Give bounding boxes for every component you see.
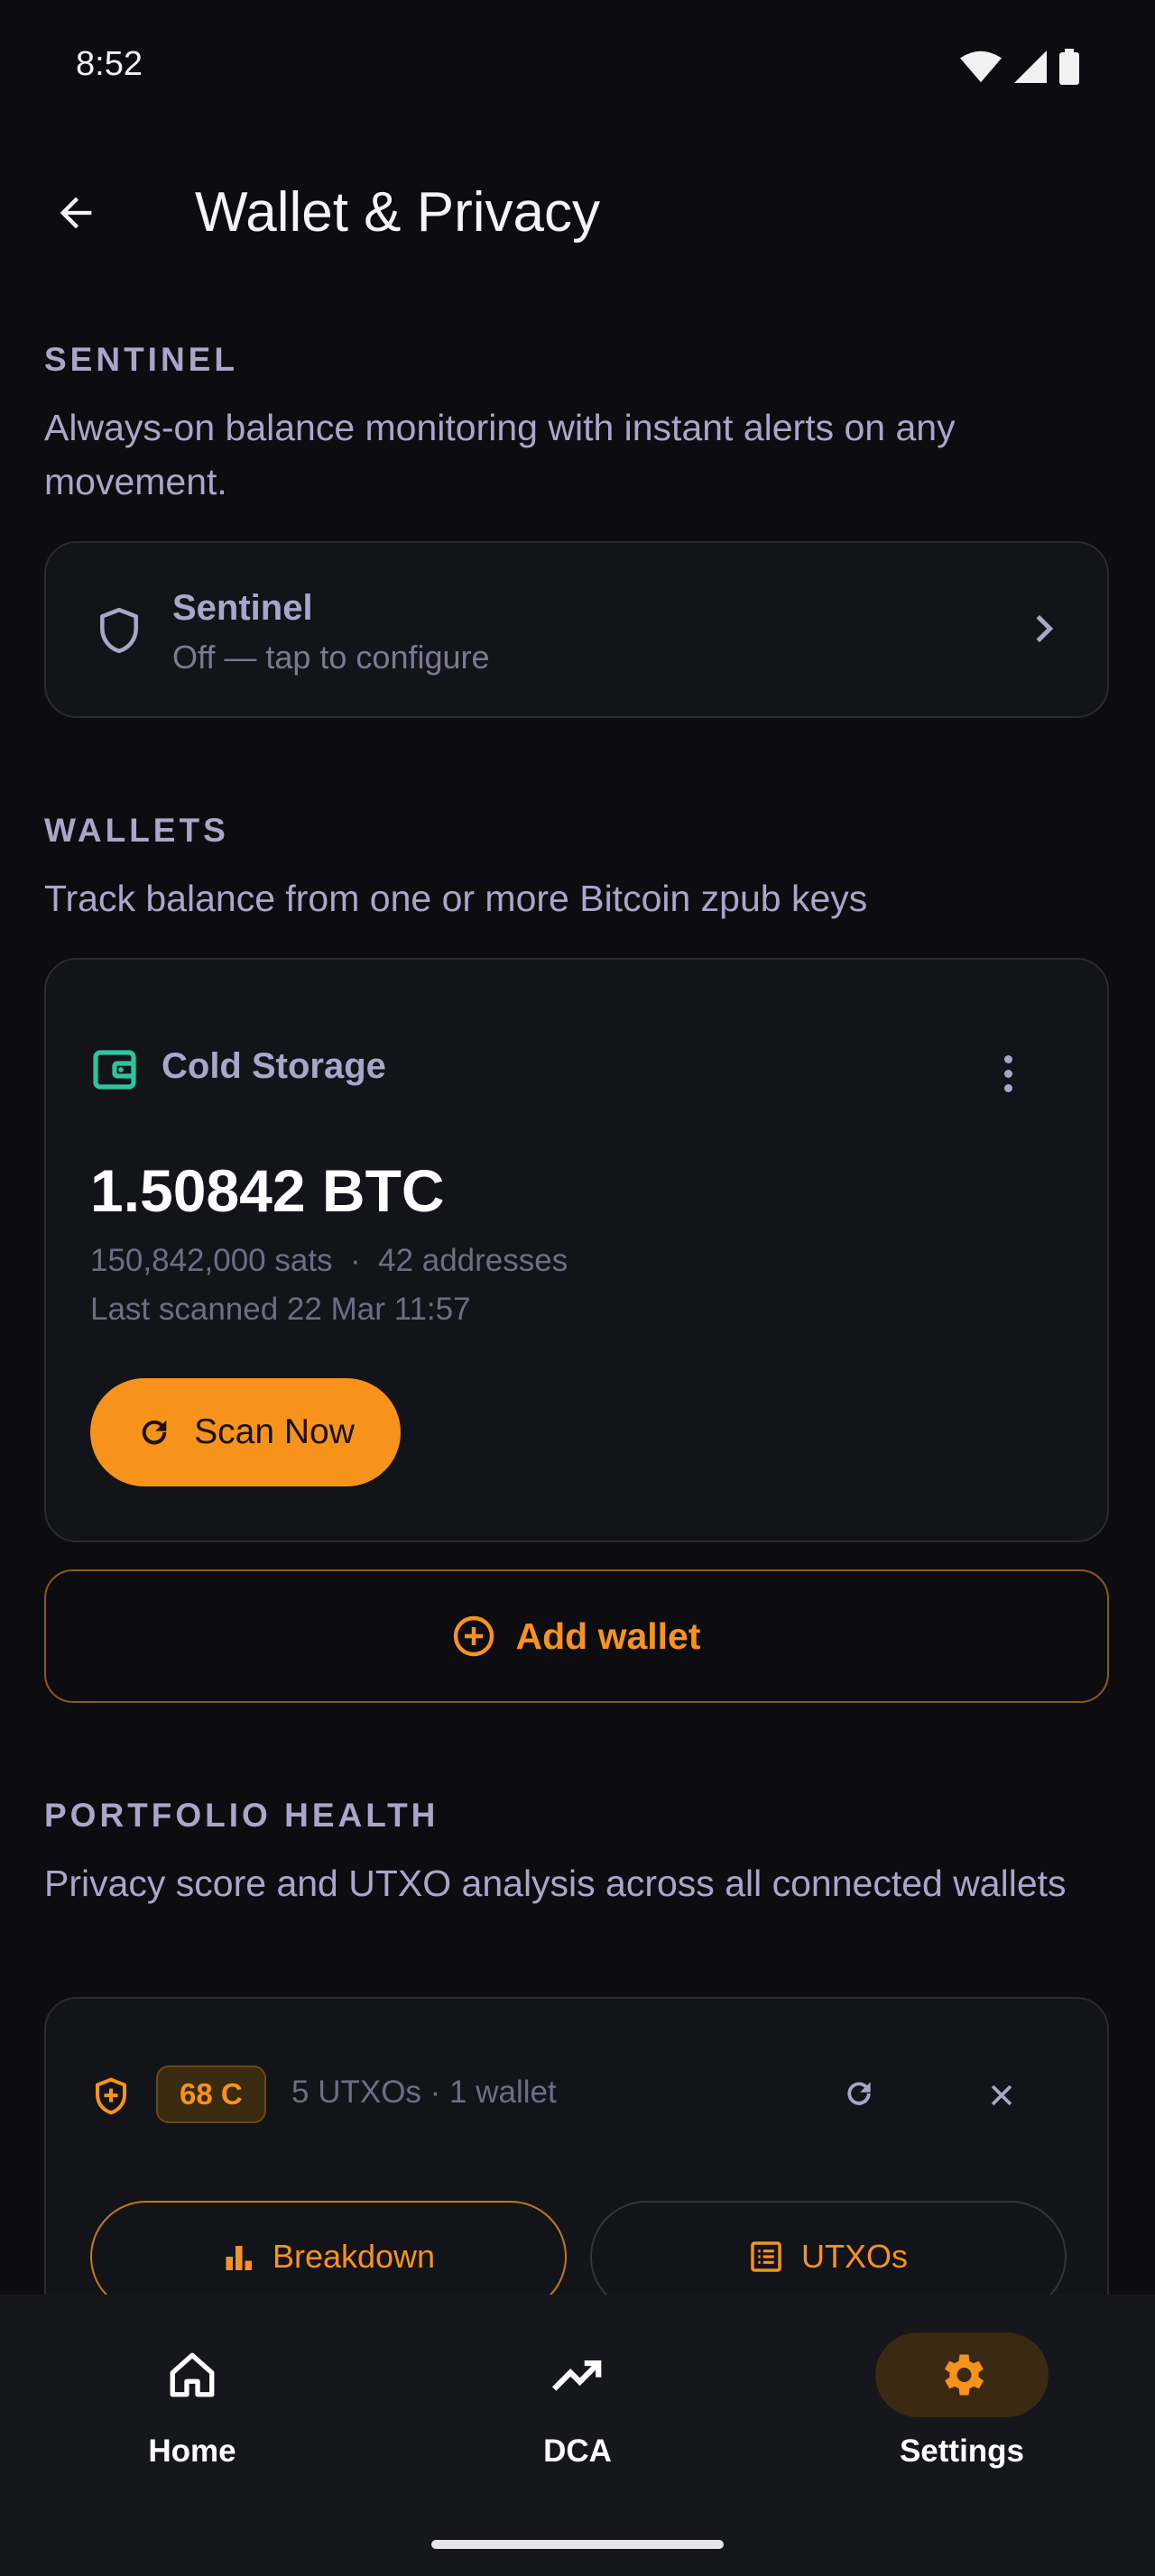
bottom-navigation: Home DCA Settings — [0, 2295, 1155, 2576]
sentinel-section-description: Always-on balance monitoring with instan… — [44, 407, 956, 502]
gear-icon — [945, 2354, 984, 2396]
shield-icon — [100, 607, 138, 654]
wallet-name: Cold Storage — [162, 1046, 386, 1086]
refresh-icon — [142, 1420, 167, 1445]
nav-settings[interactable]: Settings — [770, 2295, 1154, 2511]
wallets-section-label: WALLETS — [44, 812, 229, 849]
wallet-icon — [93, 1050, 136, 1090]
wallets-section-description: Track balance from one or more Bitcoin z… — [44, 878, 868, 919]
back-button[interactable] — [43, 180, 108, 245]
add-circle-icon — [454, 1615, 494, 1657]
wifi-icon — [960, 51, 1002, 83]
battery-icon — [1059, 49, 1079, 85]
sentinel-title: Sentinel — [172, 588, 313, 628]
wallet-balance: 1.50842 BTC — [90, 1157, 445, 1224]
cellular-signal-icon — [1014, 51, 1047, 83]
scan-now-button[interactable]: Scan Now — [90, 1378, 401, 1486]
privacy-grade-badge: 68 C — [156, 2065, 266, 2123]
scan-now-label: Scan Now — [194, 1412, 355, 1451]
shield-plus-icon — [96, 2077, 126, 2115]
nav-home-label: Home — [148, 2433, 236, 2469]
trending-up-icon — [551, 2360, 602, 2391]
list-icon — [751, 2241, 781, 2272]
page-title: Wallet & Privacy — [195, 181, 601, 244]
bar-chart-icon — [226, 2246, 252, 2270]
nav-home[interactable]: Home — [0, 2295, 384, 2511]
add-wallet-button[interactable]: Add wallet — [44, 1569, 1109, 1703]
wallet-meta: 150,842,000 sats · 42 addresses — [90, 1243, 568, 1278]
health-section-label: PORTFOLIO HEALTH — [44, 1797, 439, 1834]
breakdown-label: Breakdown — [272, 2238, 436, 2275]
home-icon — [170, 2352, 215, 2397]
wallet-card: Cold Storage 1.50842 BTC 150,842,000 sat… — [44, 958, 1109, 1542]
chevron-right-icon — [1036, 614, 1054, 643]
add-wallet-label: Add wallet — [515, 1615, 701, 1657]
close-icon[interactable] — [986, 2080, 1017, 2111]
wallet-last-scanned: Last scanned 22 Mar 11:57 — [90, 1292, 471, 1327]
status-icons — [960, 49, 1079, 85]
health-section-description: Privacy score and UTXO analysis across a… — [44, 1863, 1067, 1904]
health-summary: 5 UTXOs · 1 wallet — [291, 2075, 557, 2110]
utxos-label: UTXOs — [800, 2238, 908, 2275]
home-indicator — [431, 2540, 724, 2549]
arrow-left-icon — [60, 197, 92, 229]
nav-settings-label: Settings — [899, 2433, 1025, 2469]
sentinel-section-label: SENTINEL — [44, 341, 238, 378]
nav-dca[interactable]: DCA — [385, 2295, 770, 2511]
nav-dca-label: DCA — [543, 2433, 612, 2469]
sentinel-card[interactable]: Sentinel Off — tap to configure — [44, 541, 1109, 718]
status-time: 8:52 — [76, 45, 143, 83]
refresh-icon[interactable] — [842, 2076, 876, 2111]
more-vert-icon[interactable] — [999, 1046, 1017, 1100]
sentinel-subtitle: Off — tap to configure — [172, 639, 490, 676]
